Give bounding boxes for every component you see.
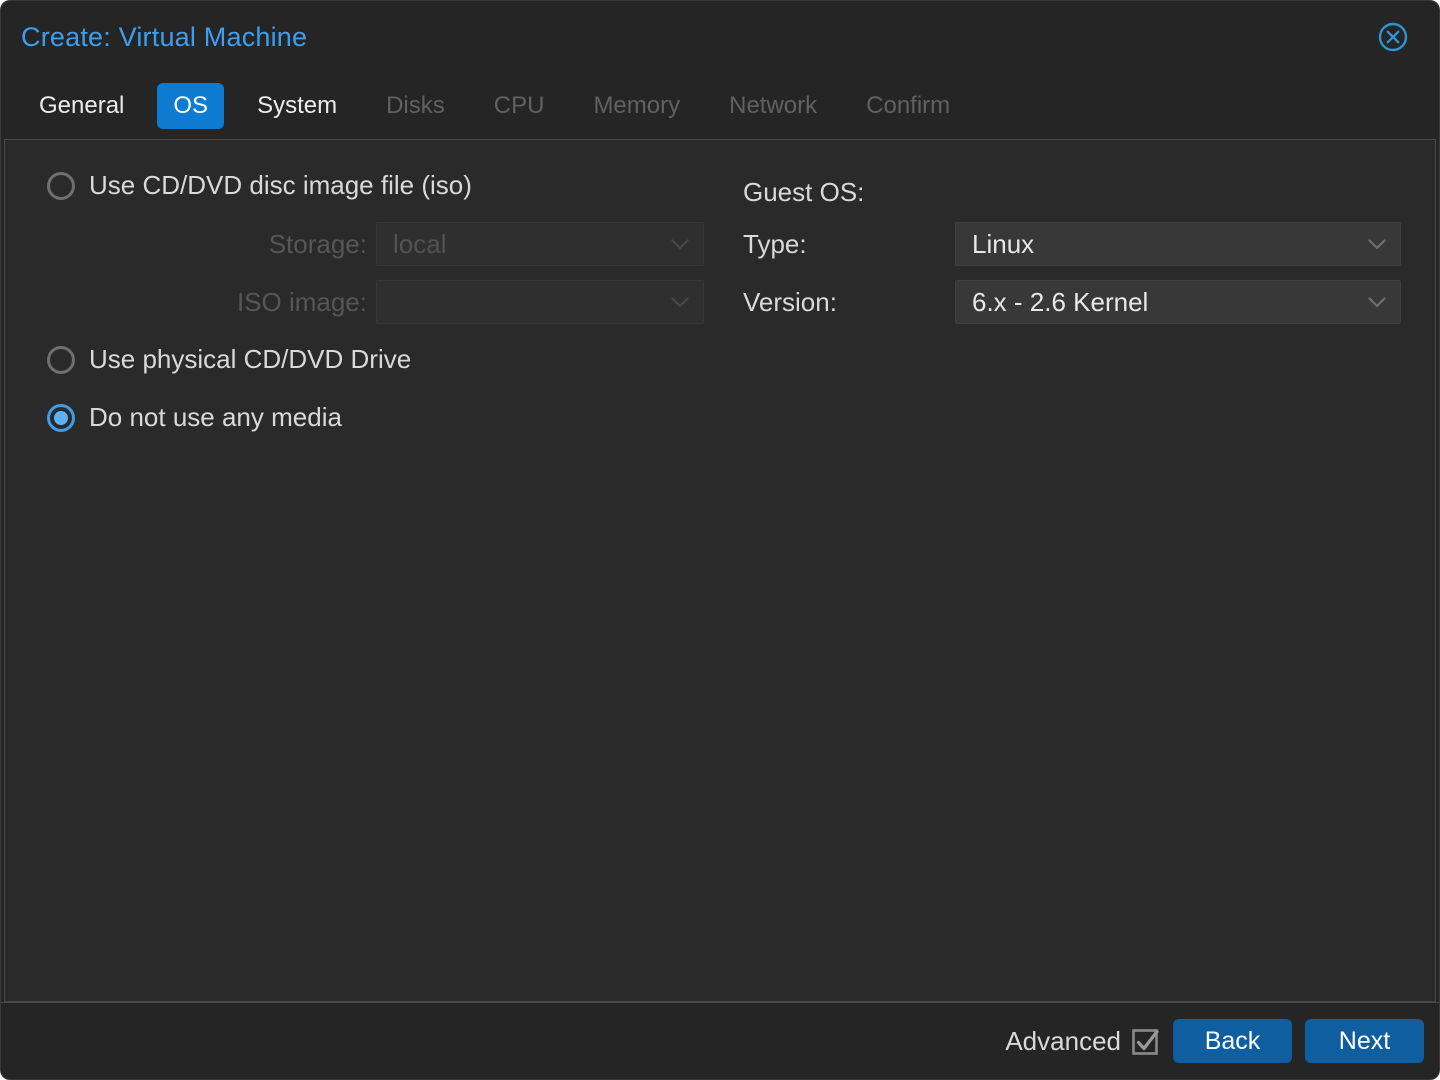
radio-dot bbox=[54, 179, 68, 193]
storage-label: Storage: bbox=[5, 222, 367, 266]
tab-disks: Disks bbox=[370, 83, 461, 129]
next-button[interactable]: Next bbox=[1305, 1019, 1424, 1063]
footer-bar: Advanced Back Next bbox=[1, 1002, 1439, 1079]
storage-value: local bbox=[393, 229, 446, 260]
radio-physical-circle bbox=[47, 346, 75, 374]
back-button[interactable]: Back bbox=[1173, 1019, 1292, 1063]
advanced-label: Advanced bbox=[1005, 1026, 1121, 1057]
radio-no-media-label: Do not use any media bbox=[89, 402, 342, 433]
guest-type-combobox[interactable]: Linux bbox=[955, 222, 1401, 266]
advanced-checkbox[interactable] bbox=[1132, 1027, 1160, 1055]
guest-type-label: Type: bbox=[743, 222, 807, 266]
iso-image-label: ISO image: bbox=[5, 280, 367, 324]
close-button[interactable] bbox=[1377, 21, 1409, 53]
guest-version-value: 6.x - 2.6 Kernel bbox=[972, 287, 1148, 318]
chevron-down-icon[interactable] bbox=[1368, 297, 1386, 308]
chevron-down-icon[interactable] bbox=[1368, 239, 1386, 250]
guest-os-heading: Guest OS: bbox=[743, 170, 864, 214]
chevron-down-icon bbox=[671, 239, 689, 250]
guest-version-label: Version: bbox=[743, 280, 837, 324]
chevron-down-icon bbox=[671, 297, 689, 308]
create-vm-dialog: Create: Virtual Machine General OS Syste… bbox=[0, 0, 1440, 1080]
tab-general[interactable]: General bbox=[23, 83, 140, 129]
radio-use-iso-label: Use CD/DVD disc image file (iso) bbox=[89, 170, 472, 201]
radio-physical-drive[interactable]: Use physical CD/DVD Drive bbox=[47, 344, 411, 375]
guest-type-value: Linux bbox=[972, 229, 1034, 260]
checkbox-checked-icon bbox=[1131, 1026, 1161, 1056]
radio-no-media-circle bbox=[47, 404, 75, 432]
tab-confirm: Confirm bbox=[850, 83, 966, 129]
tab-os[interactable]: OS bbox=[157, 83, 224, 129]
dialog-title: Create: Virtual Machine bbox=[21, 22, 307, 53]
storage-combobox: local bbox=[376, 222, 704, 266]
radio-no-media[interactable]: Do not use any media bbox=[47, 402, 342, 433]
radio-use-iso-circle bbox=[47, 172, 75, 200]
radio-dot bbox=[54, 411, 68, 425]
radio-use-iso[interactable]: Use CD/DVD disc image file (iso) bbox=[47, 170, 472, 201]
radio-dot bbox=[54, 353, 68, 367]
title-bar: Create: Virtual Machine bbox=[1, 1, 1439, 73]
tab-network: Network bbox=[713, 83, 833, 129]
os-tab-panel: Use CD/DVD disc image file (iso) Storage… bbox=[4, 139, 1436, 1002]
tab-cpu: CPU bbox=[478, 83, 561, 129]
radio-physical-label: Use physical CD/DVD Drive bbox=[89, 344, 411, 375]
close-icon bbox=[1377, 21, 1409, 53]
iso-image-combobox bbox=[376, 280, 704, 324]
tab-bar: General OS System Disks CPU Memory Netwo… bbox=[1, 73, 1439, 139]
tab-memory: Memory bbox=[577, 83, 696, 129]
tab-system[interactable]: System bbox=[241, 83, 353, 129]
guest-version-combobox[interactable]: 6.x - 2.6 Kernel bbox=[955, 280, 1401, 324]
